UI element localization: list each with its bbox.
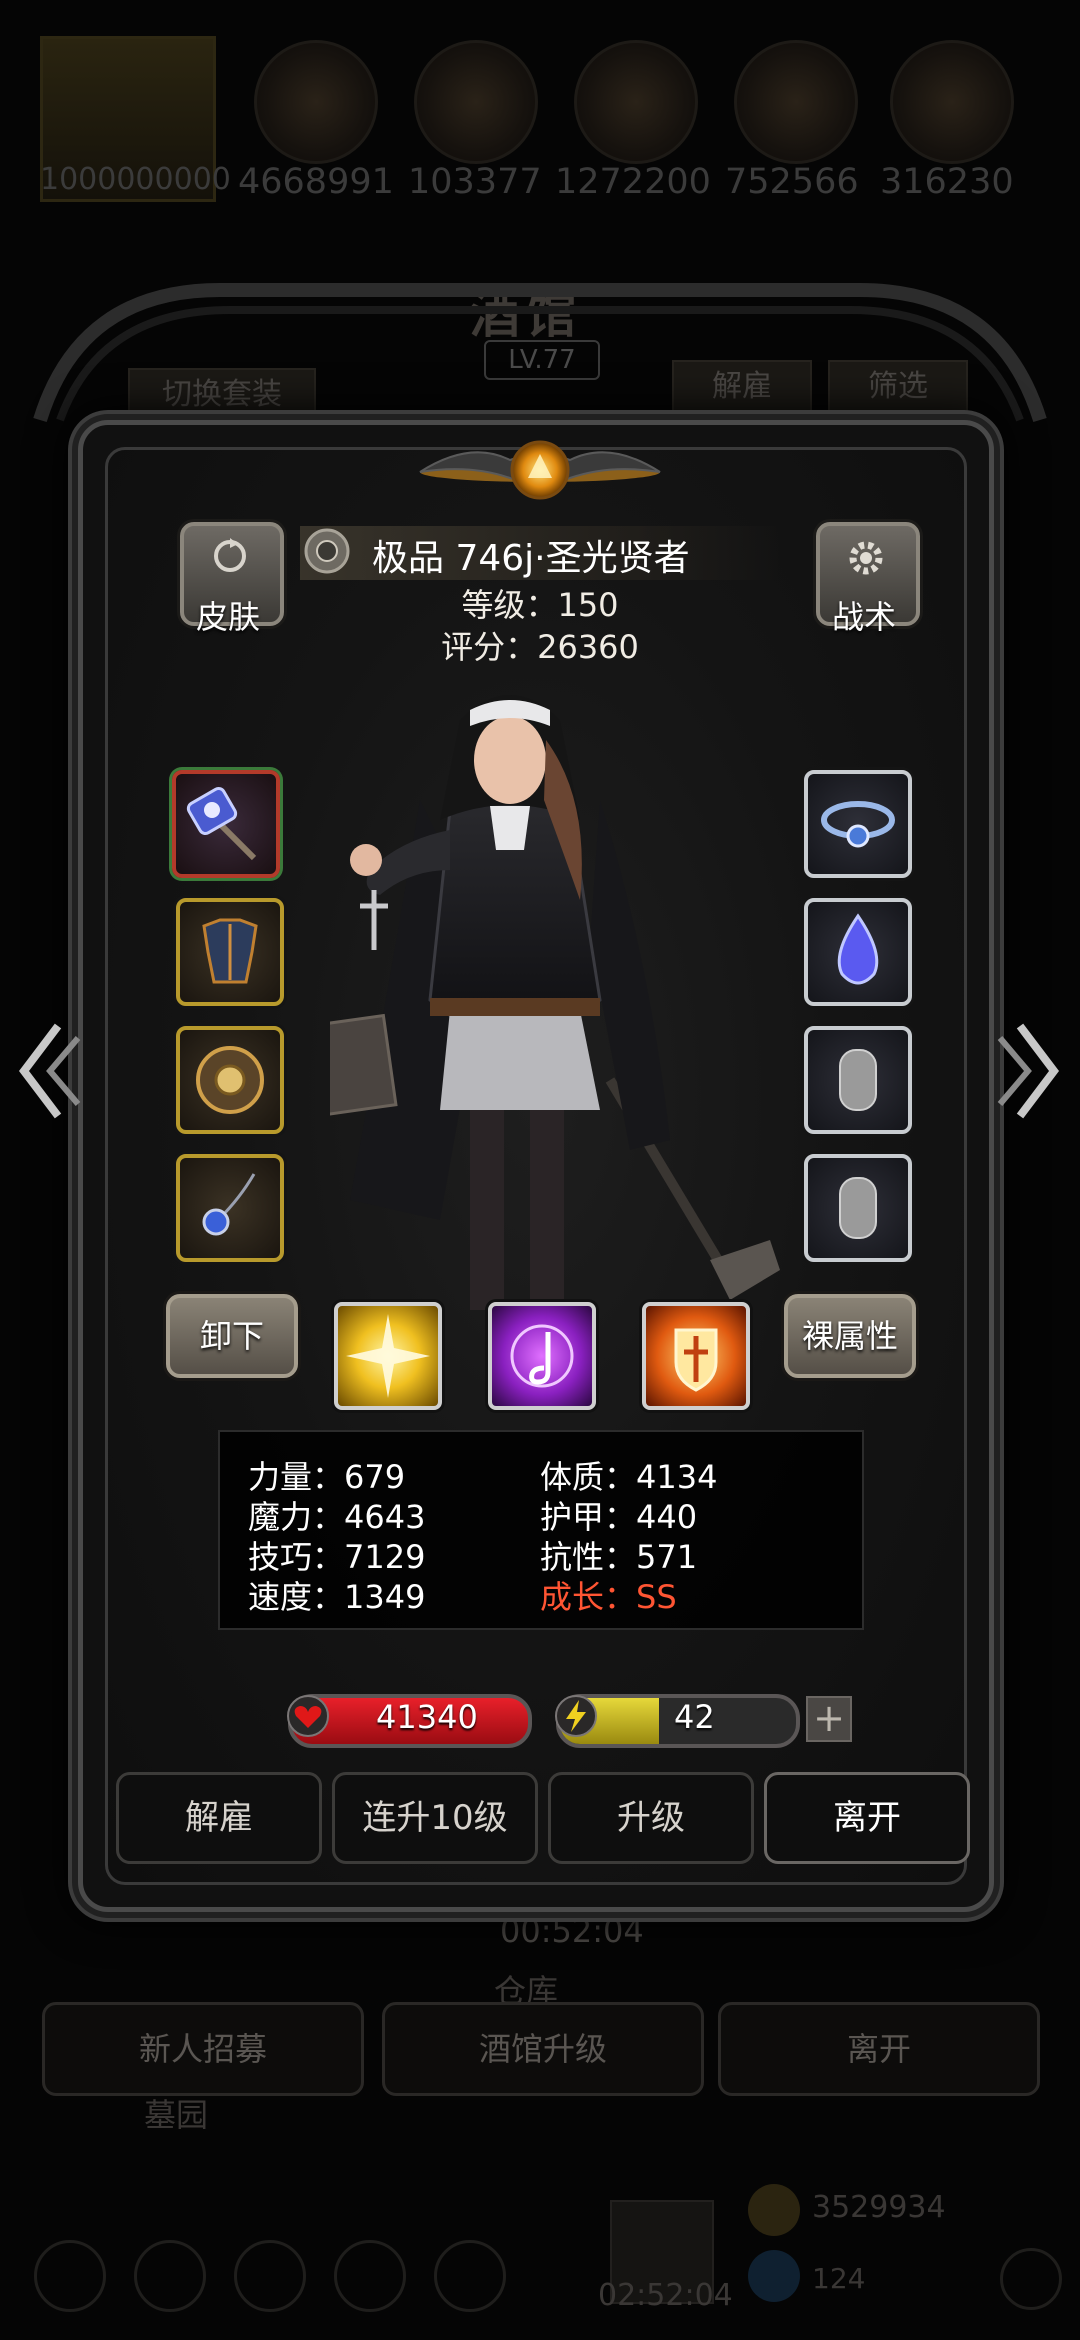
shield-glow-icon: [674, 1328, 718, 1392]
coin-icon: [748, 2184, 800, 2236]
equip-slot-armor[interactable]: [176, 898, 284, 1006]
crest-emblem-icon: [419, 440, 661, 500]
ring-icon: [821, 801, 895, 848]
skill-music-note[interactable]: [488, 1302, 596, 1410]
naked-attr-button[interactable]: 裸属性: [784, 1294, 916, 1378]
equip-slot-ring[interactable]: [804, 770, 912, 878]
gear-icon: [849, 541, 883, 575]
empty-slot-icon: [839, 1177, 877, 1239]
bottom-timer: 02:52:04: [598, 2278, 733, 2313]
shield-icon: [196, 1046, 264, 1114]
stat-growth: 成长：SS: [540, 1578, 677, 1616]
equip-slot-empty-2[interactable]: [804, 1154, 912, 1262]
blue-feather-icon: [734, 40, 858, 164]
lightning-icon: [555, 1695, 597, 1737]
add-energy-button[interactable]: +: [806, 1696, 852, 1742]
hero-level: 等级：150: [461, 586, 619, 624]
resource-value: 752566: [725, 162, 859, 202]
heart-icon: [287, 1695, 329, 1737]
resource-gold-value: 1000000000: [40, 162, 231, 197]
bottom-nav-icon[interactable]: [334, 2240, 406, 2312]
next-hero-arrow-icon[interactable]: [994, 1016, 1064, 1126]
bg-leave-button[interactable]: 离开: [718, 2002, 1040, 2096]
bottom-count: 3529934: [812, 2190, 946, 2225]
hp-value: 41340: [376, 1698, 478, 1736]
note-icon: [510, 1324, 574, 1388]
bottom-count-2: 124: [812, 2262, 866, 2295]
hammer-icon: [186, 786, 257, 861]
armor-icon: [202, 918, 258, 984]
silver-ingot-icon: [574, 40, 698, 164]
prev-hero-arrow-icon[interactable]: [14, 1016, 84, 1126]
equip-slot-amulet[interactable]: [176, 1154, 284, 1262]
recruit-button[interactable]: 新人招募: [42, 2002, 364, 2096]
equip-slot-weapon[interactable]: [172, 770, 280, 878]
equip-slot-gem[interactable]: [804, 898, 912, 1006]
bottom-nav-icon[interactable]: [134, 2240, 206, 2312]
resource-value: 103377: [408, 162, 542, 202]
hero-name: 极品 746j·圣光贤者: [372, 538, 690, 579]
resource-value: 316230: [880, 162, 1014, 202]
empty-slot-icon: [839, 1049, 877, 1111]
energy-value: 42: [674, 1698, 715, 1736]
equip-slot-empty-1[interactable]: [804, 1026, 912, 1134]
equip-slot-shield[interactable]: [176, 1026, 284, 1134]
ornate-frame-top: [33, 283, 1047, 423]
hero-portrait: [330, 695, 780, 1310]
orange-ore-icon: [254, 40, 378, 164]
gem-icon: [837, 913, 879, 985]
resource-value: 4668991: [238, 162, 394, 202]
stat-speed: 速度：1349: [248, 1578, 426, 1616]
hero-score: 评分：26360: [441, 628, 639, 666]
tavern-upgrade-button[interactable]: 酒馆升级: [382, 2002, 704, 2096]
level-up-button[interactable]: 升级: [548, 1772, 754, 1864]
unequip-button[interactable]: 卸下: [166, 1294, 298, 1378]
burst-icon: [346, 1314, 430, 1398]
refresh-icon: [214, 538, 246, 572]
timer-text: 00:52:04: [500, 1912, 644, 1950]
bottom-nav-icon[interactable]: [434, 2240, 506, 2312]
bottom-nav-icon[interactable]: [234, 2240, 306, 2312]
settings-icon[interactable]: [1000, 2248, 1062, 2310]
leave-button[interactable]: 离开: [764, 1772, 970, 1864]
amulet-icon: [202, 1173, 256, 1236]
resource-value: 1272200: [555, 162, 711, 202]
amber-ore-icon: [414, 40, 538, 164]
diamond-icon: [748, 2250, 800, 2302]
grey-ore-icon: [890, 40, 1014, 164]
skill-holy-light[interactable]: [334, 1302, 442, 1410]
dismiss-button[interactable]: 解雇: [116, 1772, 322, 1864]
legion-label: 墓园: [144, 2096, 209, 2134]
tactics-label: 战术: [832, 598, 897, 636]
rank-badge-icon: [304, 528, 350, 574]
bottom-nav-icon[interactable]: [34, 2240, 106, 2312]
skin-label: 皮肤: [196, 598, 261, 636]
level-up-10-button[interactable]: 连升10级: [332, 1772, 538, 1864]
skill-holy-shield[interactable]: [642, 1302, 750, 1410]
